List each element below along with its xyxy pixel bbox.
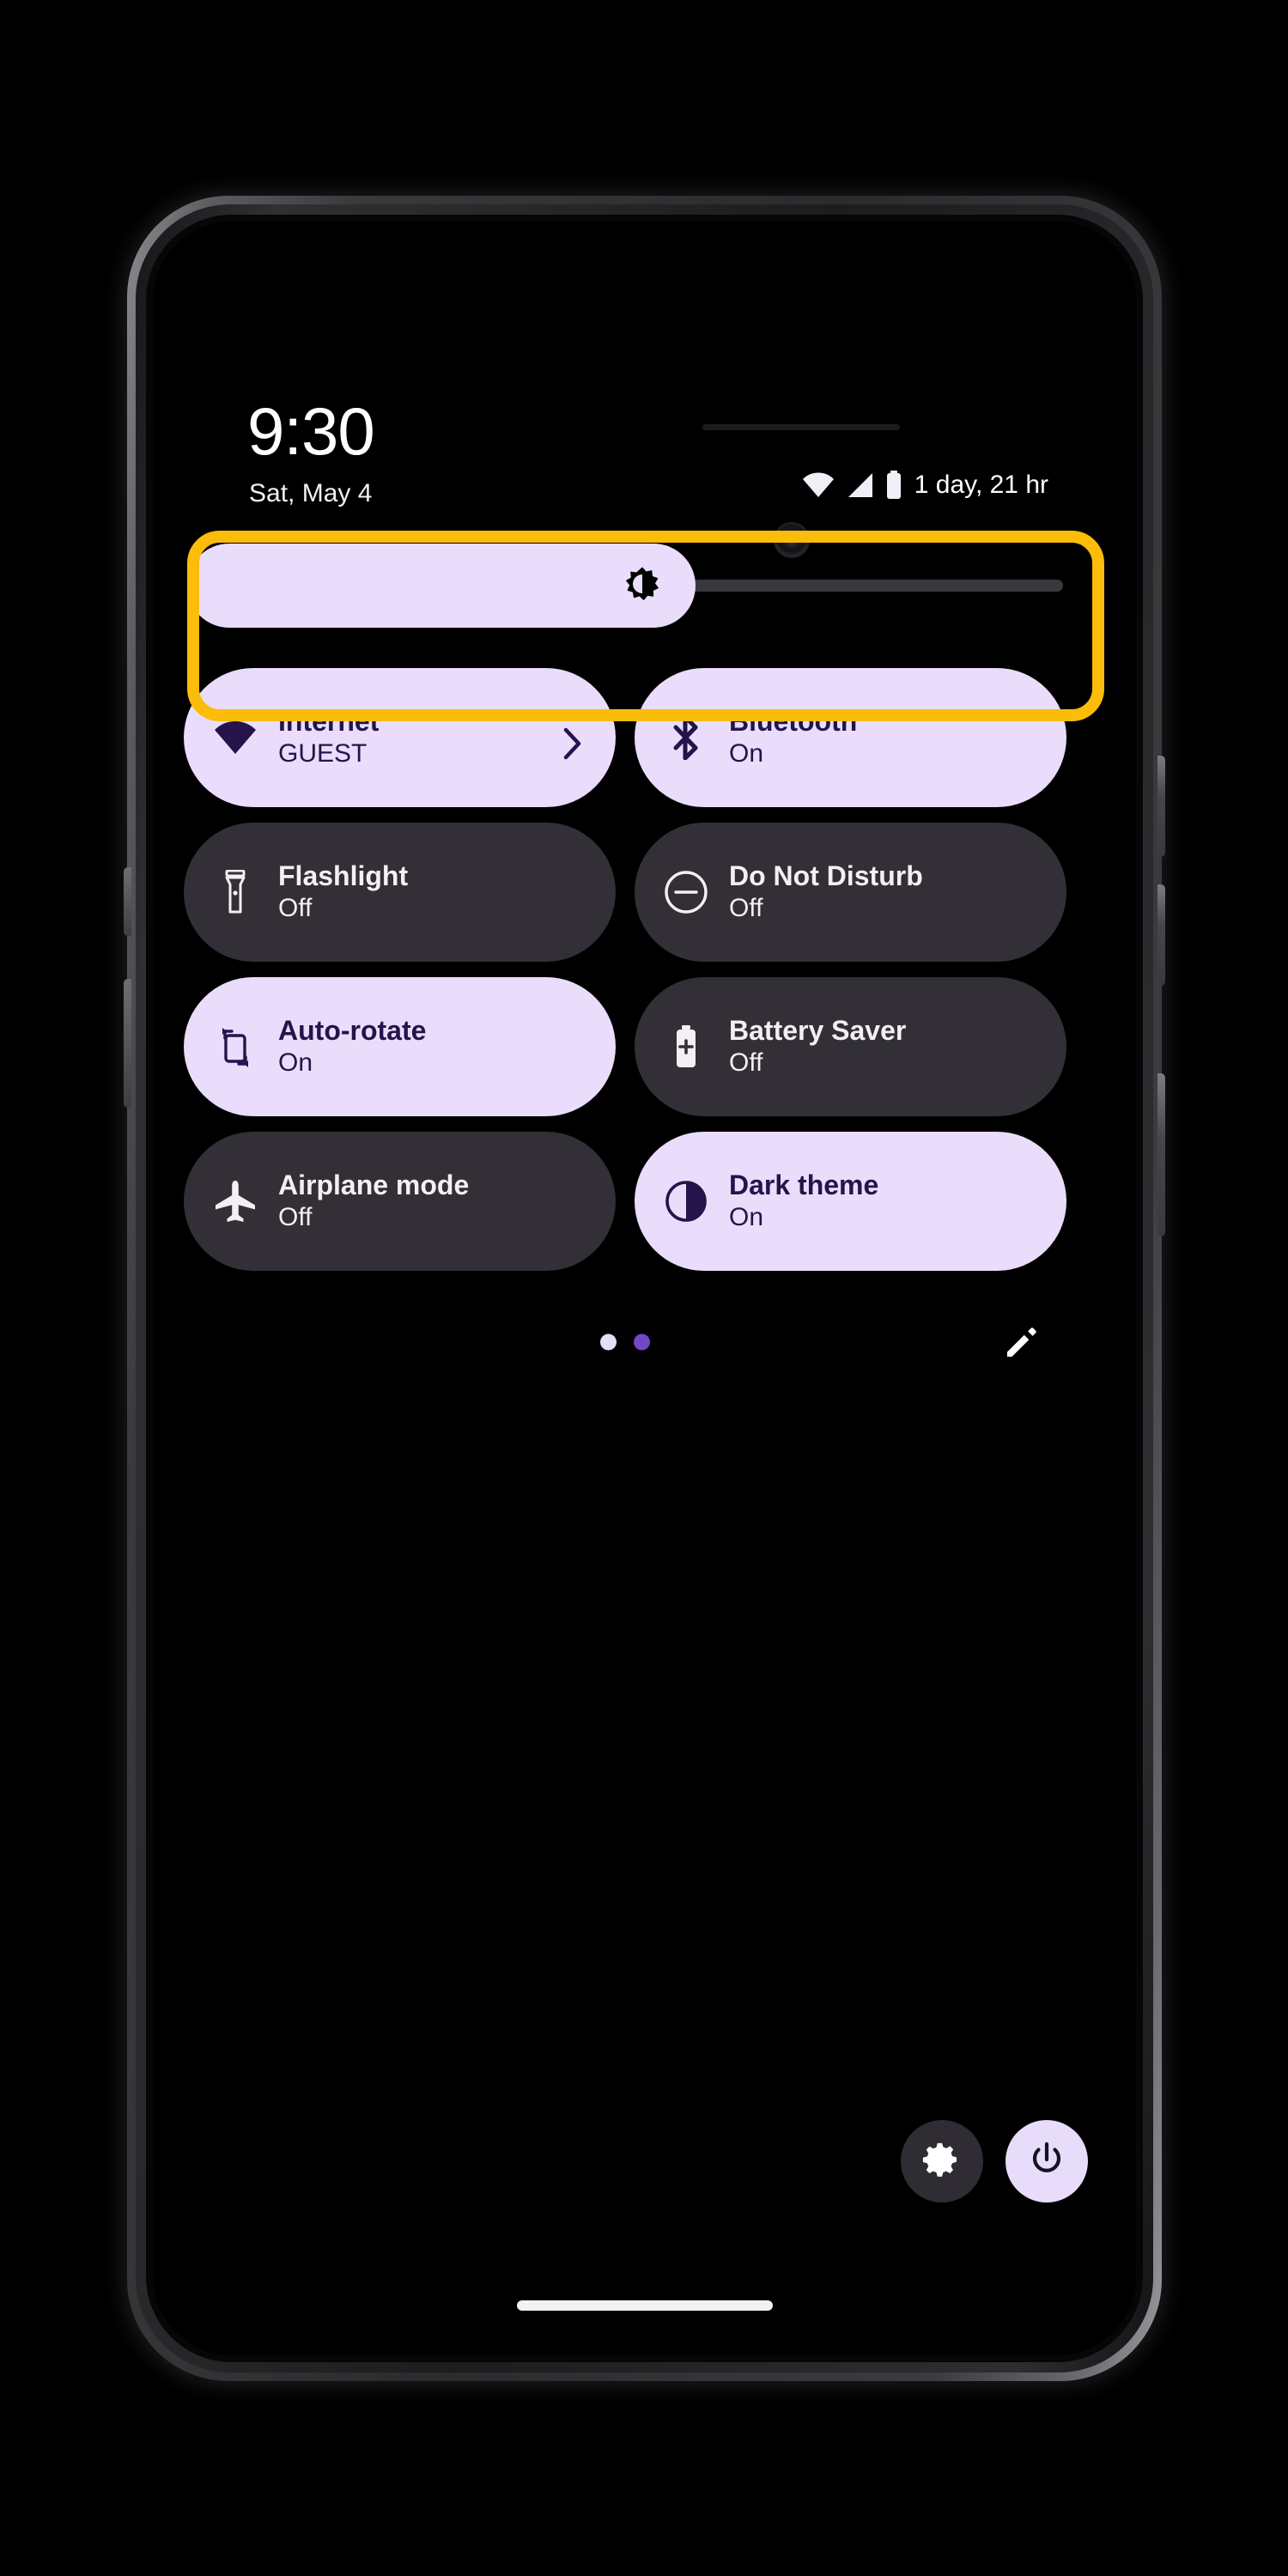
bottom-action-bar [901,2120,1088,2202]
screenshot-root: 9:30 Sat, May 4 1 day, 21 hr Internet GU… [0,0,1288,2576]
airplane-icon [213,1179,258,1224]
tile-bluetooth[interactable]: Bluetooth On [635,668,1066,807]
tile-internet[interactable]: Internet GUEST [184,668,616,807]
page-dot-1[interactable] [600,1334,617,1351]
tile-state: Off [729,894,763,923]
battery-estimate-label: 1 day, 21 hr [914,471,1048,499]
do-not-disturb-icon [664,870,708,914]
tile-airplane-mode[interactable]: Airplane mode Off [184,1132,616,1271]
quick-settings-panel: 9:30 Sat, May 4 1 day, 21 hr Internet GU… [153,222,1136,2355]
phone-device-frame: 9:30 Sat, May 4 1 day, 21 hr Internet GU… [127,196,1162,2381]
tile-label: Auto-rotate [278,1015,427,1047]
power-icon [1026,2139,1067,2184]
brightness-slider-fill [187,544,696,628]
left-side-button-2[interactable] [124,979,131,1108]
battery-icon [885,471,902,500]
tile-state: GUEST [278,739,368,769]
page-dot-2[interactable] [634,1334,650,1351]
tile-state: On [729,1203,764,1232]
hardware-power-button[interactable] [1157,1073,1165,1236]
bluetooth-icon [664,715,708,760]
tile-dark-theme[interactable]: Dark theme On [635,1132,1066,1271]
settings-button[interactable] [901,2120,983,2202]
tile-label: Battery Saver [729,1015,907,1047]
status-date: Sat, May 4 [249,479,373,507]
earpiece-speaker [702,424,900,430]
tile-battery-saver[interactable]: Battery Saver Off [635,977,1066,1116]
gesture-navigation-bar[interactable] [516,2300,773,2311]
tile-label: Flashlight [278,860,409,892]
volume-up-button[interactable] [1157,756,1165,857]
page-indicator [600,1334,650,1351]
tile-auto-rotate[interactable]: Auto-rotate On [184,977,616,1116]
left-side-button-1[interactable] [124,867,131,936]
wifi-icon [801,471,835,499]
tile-state: On [729,739,764,769]
tile-label: Airplane mode [278,1170,470,1201]
gear-icon [921,2139,963,2184]
power-button[interactable] [1005,2120,1088,2202]
quick-settings-tile-grid: Internet GUEST Bluetooth On Flashlight Off Do … [184,668,1066,1271]
tile-flashlight[interactable]: Flashlight Off [184,823,616,962]
tile-label: Internet [278,706,380,738]
flashlight-icon [213,870,258,914]
phone-screen: 9:30 Sat, May 4 1 day, 21 hr Internet GU… [153,222,1136,2355]
chevron-right-icon[interactable] [559,725,585,760]
brightness-slider-track[interactable] [187,544,1063,628]
wifi-icon [213,715,258,760]
dark-theme-icon [664,1179,708,1224]
quick-settings-footer [184,1312,1066,1372]
tile-state: Off [278,894,313,923]
tile-state: Off [729,1048,763,1078]
status-clock: 9:30 [247,393,375,469]
tile-do-not-disturb[interactable]: Do Not Disturb Off [635,823,1066,962]
auto-rotate-icon [213,1024,258,1069]
tile-label: Do Not Disturb [729,860,923,892]
cellular-signal-icon [846,471,875,499]
pencil-edit-icon[interactable] [1003,1323,1041,1361]
tile-label: Bluetooth [729,706,858,738]
brightness-icon [623,567,661,605]
tile-label: Dark theme [729,1170,879,1201]
tile-state: Off [278,1203,313,1232]
battery-saver-icon [664,1024,708,1069]
tile-state: On [278,1048,313,1078]
brightness-slider[interactable] [187,522,1063,649]
volume-down-button[interactable] [1157,884,1165,986]
status-icon-group: 1 day, 21 hr [801,471,1048,500]
